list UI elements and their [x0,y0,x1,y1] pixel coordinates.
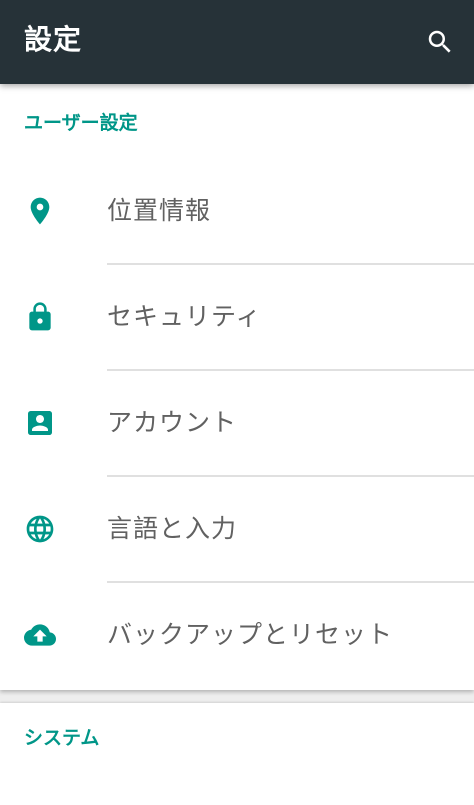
settings-item-label: アカウント [107,408,238,437]
search-button[interactable] [416,18,464,66]
settings-item-label: 言語と入力 [107,514,238,543]
settings-item-account[interactable]: アカウント [0,370,474,476]
lock-icon [24,301,56,333]
settings-item-label: バックアップとリセット [107,620,394,649]
page-title: 設定 [24,23,83,56]
section-header-system: システム [24,727,100,749]
section-header-user-settings: ユーザー設定 [24,112,138,134]
settings-item-label: 位置情報 [107,196,212,225]
settings-item-label: セキュリティ [107,302,262,331]
settings-item-language[interactable]: 言語と入力 [0,476,474,582]
search-icon [428,30,451,53]
globe-icon [24,513,56,545]
system-card: システム [0,703,474,805]
location-pin-icon [24,195,56,227]
settings-item-security[interactable]: セキュリティ [0,264,474,370]
cloud-upload-icon [24,619,56,651]
account-box-icon [24,407,56,439]
user-settings-card: ユーザー設定 位置情報 セキュリティ アカウント 言語と入力 バックアップとリセ… [0,84,474,690]
settings-item-location[interactable]: 位置情報 [0,158,474,264]
settings-item-backup-reset[interactable]: バックアップとリセット [0,582,474,688]
app-bar: 設定 [0,0,474,84]
